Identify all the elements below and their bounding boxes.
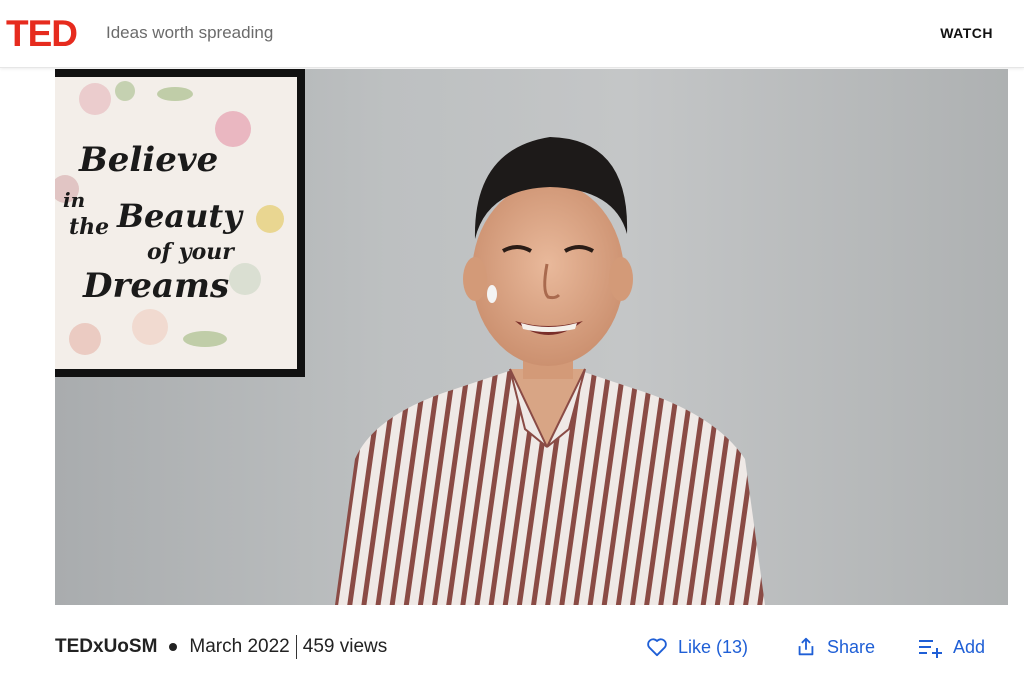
video-meta: TEDxUoSM March 2022 459 views: [55, 633, 387, 661]
like-label: Like (13): [678, 636, 749, 657]
sign-line-1: Believe: [78, 140, 218, 180]
sign-line-4: Beauty: [116, 197, 244, 235]
share-label: Share: [827, 636, 876, 657]
view-count: 459 views: [302, 636, 388, 657]
share-icon: [798, 637, 814, 656]
add-button[interactable]: Add: [917, 633, 985, 661]
sign-line-5: of your: [147, 239, 235, 265]
ted-logo[interactable]: TED: [6, 14, 78, 54]
add-label: Add: [953, 636, 986, 657]
share-button[interactable]: Share: [795, 633, 875, 661]
separator-bar: [295, 635, 297, 659]
top-header: TED Ideas worth spreading WATCH: [0, 0, 1024, 68]
channel-name[interactable]: TEDxUoSM: [55, 633, 157, 661]
sign-line-2: in: [63, 188, 85, 212]
sign-line-6: Dreams: [82, 266, 229, 306]
tagline: Ideas worth spreading: [106, 23, 274, 42]
separator-dot: [169, 643, 178, 651]
heart-icon: [647, 638, 667, 657]
sign-line-3: the: [69, 214, 109, 240]
nav-watch-link[interactable]: WATCH: [940, 24, 993, 42]
publish-date: March 2022: [189, 636, 290, 657]
add-to-list-icon: [919, 640, 942, 658]
video-player[interactable]: Believe in the Beauty of your Dreams: [55, 69, 1008, 605]
like-button[interactable]: Like (13): [646, 633, 748, 661]
video-frame: Believe in the Beauty of your Dreams: [55, 69, 1008, 605]
wall-sign: Believe in the Beauty of your Dreams: [55, 69, 305, 377]
